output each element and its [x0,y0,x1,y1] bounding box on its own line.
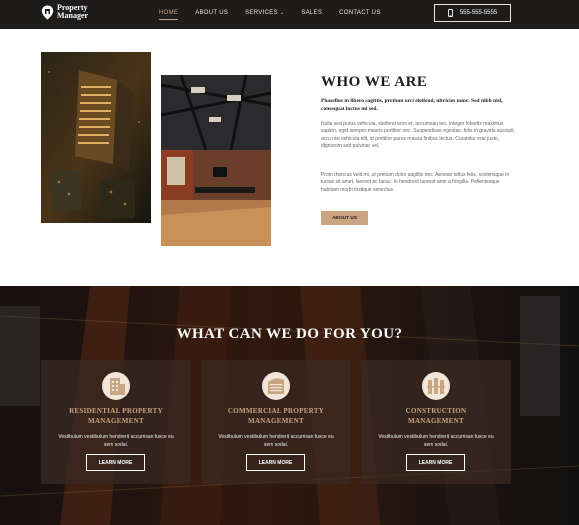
learn-more-button[interactable]: LEARN MORE [86,454,145,471]
about-lead: Phasellus in libero sagittis, pretium or… [321,98,503,112]
card-title-line2: MANAGEMENT [88,417,144,425]
card-title-line2: MANAGEMENT [408,417,464,425]
city-night-photo [41,52,151,223]
nav-about-us[interactable]: ABOUT US [195,10,228,16]
phone-icon [447,9,453,17]
office-interior-photo [161,75,271,246]
card-title: COMMERCIAL PROPERTY MANAGEMENT [201,406,351,426]
service-card-construction: CONSTRUCTION MANAGEMENT Vestibulum vesti… [361,360,511,484]
residential-building-icon [102,372,130,400]
main-nav: HOME ABOUT US SERVICES ⌄ SALES CONTACT US [159,10,398,20]
services-section: WHAT CAN WE DO FOR YOU? RESIDENTIAL PROP… [0,286,579,525]
about-us-button[interactable]: ABOUT US [321,211,368,225]
learn-more-button[interactable]: LEARN MORE [246,454,305,471]
card-title-line1: CONSTRUCTION [405,407,467,415]
location-pin-icon [41,5,54,19]
nav-home[interactable]: HOME [159,10,179,20]
card-title-line1: RESIDENTIAL PROPERTY [69,407,163,415]
logo-line2: Manager [57,11,89,20]
about-title: WHO WE ARE [321,74,428,90]
logo-text: Property Manager [57,4,88,20]
learn-more-button[interactable]: LEARN MORE [406,454,465,471]
card-title-line1: COMMERCIAL PROPERTY [227,407,325,415]
construction-icon [422,372,450,400]
services-title: WHAT CAN WE DO FOR YOU? [176,326,403,342]
site-header: Property Manager HOME ABOUT US SERVICES ⌄… [0,0,579,29]
logo[interactable]: Property Manager [41,4,88,20]
nav-services[interactable]: SERVICES ⌄ [245,10,284,16]
phone-number: 555-555-5555 [459,10,498,16]
about-paragraph-2: Proin rhoncus velit mi, ut pretium dolor… [321,172,510,193]
nav-services-label: SERVICES [245,10,278,16]
card-text: Vestibulum vestibulum hendrerit accumsan… [218,434,334,448]
card-text: Vestibulum vestibulum hendrerit accumsan… [58,434,174,448]
card-title: RESIDENTIAL PROPERTY MANAGEMENT [41,406,191,426]
service-card-residential: RESIDENTIAL PROPERTY MANAGEMENT Vestibul… [41,360,191,484]
phone-button[interactable]: 555-555-5555 [434,4,511,22]
service-card-commercial: COMMERCIAL PROPERTY MANAGEMENT Vestibulu… [201,360,351,484]
commercial-building-icon [262,372,290,400]
card-title: CONSTRUCTION MANAGEMENT [361,406,511,426]
about-paragraph-1: Nulla sed purus vehicula, eleifend eros … [321,121,515,149]
nav-sales[interactable]: SALES [301,10,322,16]
chevron-down-icon: ⌄ [279,10,285,16]
card-title-line2: MANAGEMENT [248,417,304,425]
nav-contact-us[interactable]: CONTACT US [339,10,380,16]
card-text: Vestibulum vestibulum hendrerit accumsan… [378,434,494,448]
